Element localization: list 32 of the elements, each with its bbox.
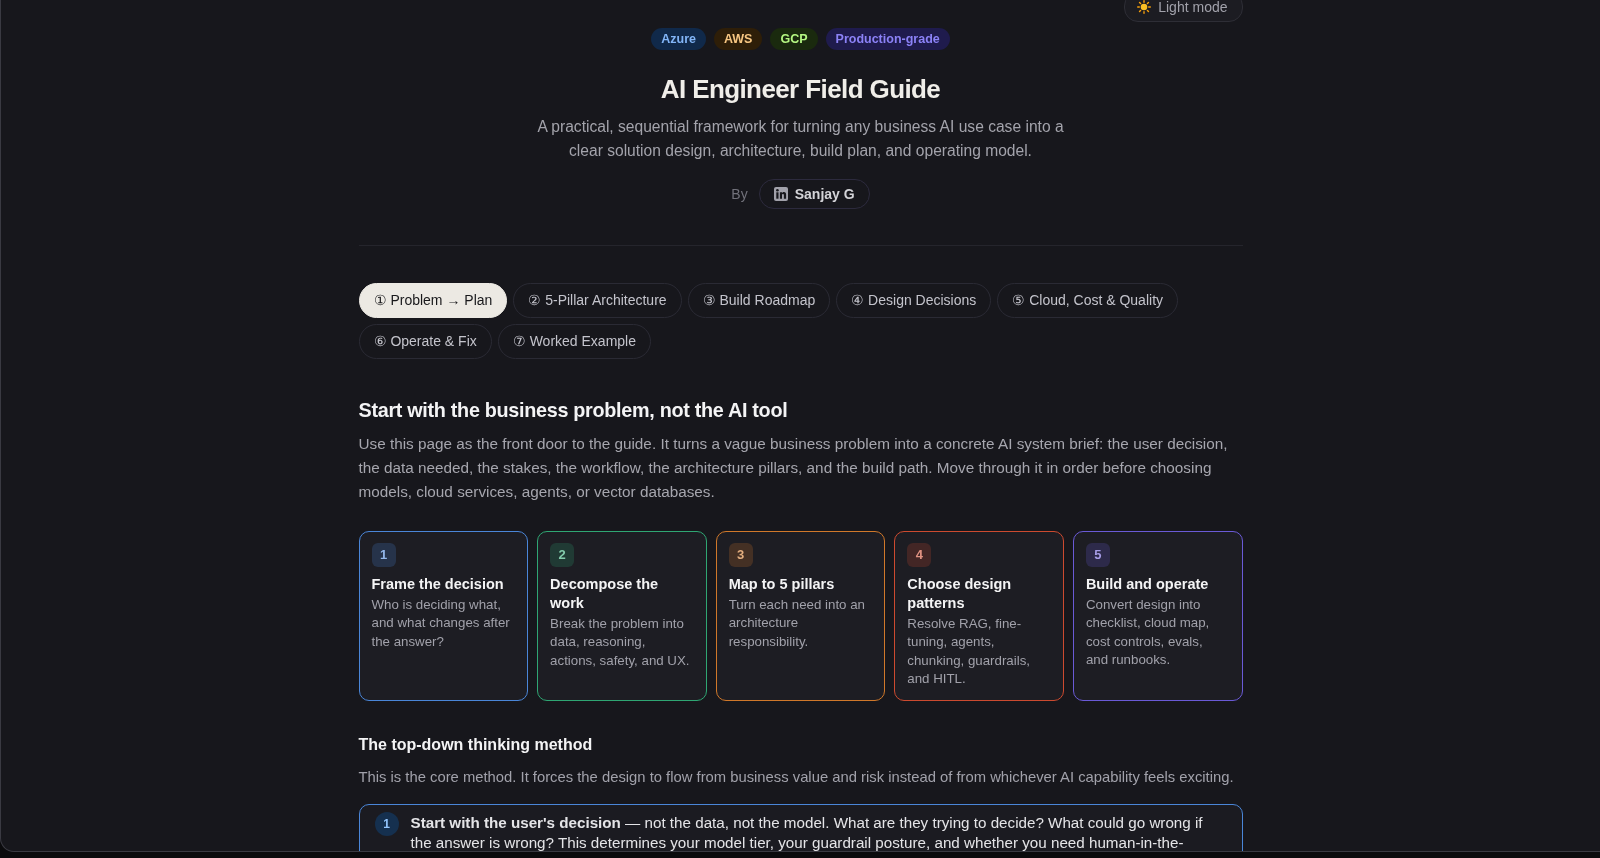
step-description: Turn each need into an architecture responsibility. bbox=[728, 596, 866, 651]
step-number: 2 bbox=[550, 543, 575, 567]
method-intro: This is the core method. It forces the design to flow from business value and risk instead of from whichever AI capability feels exciting. bbox=[358, 768, 1235, 787]
tag: Production-grade bbox=[825, 28, 950, 50]
step-number: 1 bbox=[371, 543, 396, 567]
method-step-number: 1 bbox=[374, 812, 399, 836]
tab[interactable]: ① Problem → Plan bbox=[358, 283, 508, 318]
theme-toggle-button[interactable]: Light mode bbox=[1124, 0, 1243, 22]
sun-icon bbox=[1137, 0, 1152, 14]
linkedin-icon bbox=[773, 187, 788, 201]
tag: Azure bbox=[651, 28, 706, 50]
step-number: 5 bbox=[1085, 543, 1110, 567]
page-subtitle: A practical, sequential framework for turning any business AI use case into a clear solution design, architecture, build plan, and operating model. bbox=[536, 117, 1065, 161]
tag: AWS bbox=[714, 28, 763, 50]
page-title: AI Engineer Field Guide bbox=[659, 73, 942, 106]
method-step-text: Start with the user's decision — not the data, not the model. What are they trying to decide? What could go wrong if the answer is wrong? This determines your model tier, your guardrail posture, and whether you need human-in-the- bbox=[410, 813, 1204, 851]
step-number: 4 bbox=[907, 543, 932, 567]
step-description: Resolve RAG, fine-tuning, agents, chunking, guardrails, and HITL. bbox=[907, 615, 1031, 688]
section-intro: Use this page as the front door to the guide. It turns a vague business problem into a concrete AI system brief: the user decision, the data needed, the stakes, the workflow, the architecture pillars, and the build path. Move through it in order before choosing models, cloud services, agents, or vector databases. bbox=[358, 434, 1229, 502]
step-number: 3 bbox=[728, 543, 753, 567]
step-title: Map to 5 pillars bbox=[728, 575, 836, 594]
byline-label: By bbox=[731, 184, 748, 204]
step-description: Convert design into checklist, cloud map, cost controls, evals, and runbooks. bbox=[1085, 596, 1211, 669]
step-description: Who is deciding what, and what changes after the answer? bbox=[371, 596, 511, 651]
step-description: Break the problem into data, reasoning, actions, safety, and UX. bbox=[550, 615, 691, 670]
step-title: Decompose the work bbox=[550, 575, 660, 613]
tag: GCP bbox=[770, 28, 818, 50]
step-title: Build and operate bbox=[1085, 575, 1210, 594]
step-title: Frame the decision bbox=[371, 575, 505, 594]
section-heading: Start with the business problem, not the AI tool bbox=[358, 398, 789, 423]
step-title: Choose design patterns bbox=[907, 575, 1013, 613]
method-heading: The top-down thinking method bbox=[358, 735, 594, 755]
